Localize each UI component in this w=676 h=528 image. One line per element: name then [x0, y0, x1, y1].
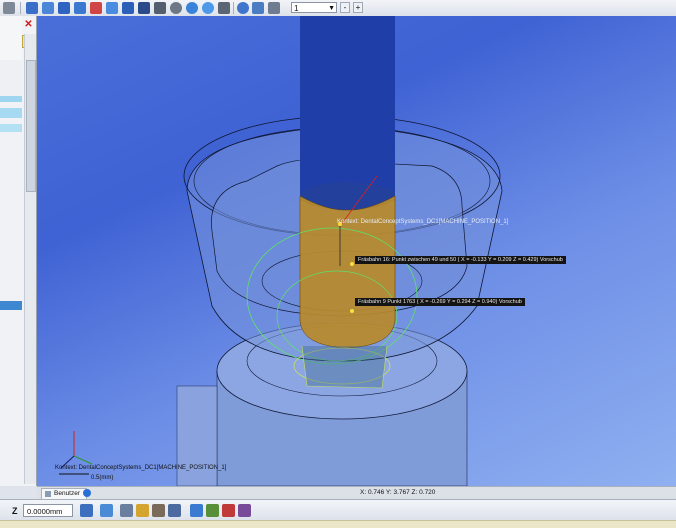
panel-highlight [0, 124, 22, 132]
cad-scene [59, 16, 503, 486]
scale-label: 0.5(mm) [91, 475, 114, 481]
panel-scrollbar[interactable] [24, 34, 36, 484]
panel-highlight [0, 96, 22, 102]
paint-icon[interactable] [136, 504, 149, 517]
panel-header [0, 16, 22, 60]
bottom-context-label: Kontext: DentalConceptSystems_DC1[MACHIN… [55, 465, 227, 471]
tooltip-path9: Fräsbahn 9 Punkt 1763 ( X = -0.269 Y = 0… [355, 298, 525, 306]
info-icon[interactable] [190, 504, 203, 517]
layer-select[interactable]: 1 ▼ [291, 2, 337, 13]
report-icon[interactable] [238, 504, 251, 517]
cancel-button[interactable]: ✕ [22, 19, 35, 31]
select-icon[interactable] [100, 504, 113, 517]
plus-button[interactable]: + [353, 2, 363, 13]
tab-benutzer[interactable]: Benutzer [41, 488, 88, 499]
bottom-toolbar: Z 0.0000mm [0, 499, 676, 521]
panel-section [0, 60, 22, 96]
tab-benutzer-label: Benutzer [54, 490, 81, 497]
view-left-icon[interactable] [90, 2, 102, 14]
rotate-icon[interactable] [186, 2, 198, 14]
point-marker-path16 [350, 262, 354, 266]
scrollbar-thumb[interactable] [26, 60, 36, 192]
tool-icon[interactable] [152, 504, 165, 517]
view-back-icon[interactable] [74, 2, 86, 14]
panel-selected-row[interactable] [0, 301, 22, 310]
layer-icon[interactable] [237, 2, 249, 14]
left-panel: ✕ ✔ [0, 16, 37, 486]
grid-icon[interactable] [252, 2, 264, 14]
zoom-icon[interactable] [154, 2, 166, 14]
triad-y [73, 455, 93, 465]
tool-shaft [300, 16, 395, 201]
settings-icon[interactable] [268, 2, 280, 14]
view-bottom-icon[interactable] [138, 2, 150, 14]
save-icon[interactable] [26, 2, 38, 14]
point-marker-path9 [350, 309, 354, 313]
user-icon [45, 491, 51, 497]
measure-icon[interactable] [168, 504, 181, 517]
open-icon[interactable] [3, 2, 15, 14]
3d-viewport[interactable]: Kontext: DentalConceptSystems_DC1[MACHIN… [37, 16, 676, 486]
pan-icon[interactable] [170, 2, 182, 14]
zoom-all-icon[interactable] [42, 2, 54, 14]
view-front-icon[interactable] [58, 2, 70, 14]
main-toolbar: 1 ▼ - + [0, 0, 676, 17]
chevron-down-icon: ▼ [328, 5, 335, 12]
thread-region [301, 345, 388, 389]
cursor-icon[interactable] [80, 504, 93, 517]
zoom-fit-icon[interactable] [202, 2, 214, 14]
tooltip-path16: Fräsbahn 16: Punkt zwischen 49 und 50 ( … [355, 256, 566, 264]
transform-icon[interactable] [120, 504, 133, 517]
z-label: Z [12, 506, 18, 516]
status-bar: Benutzer X: 0.746 Y: 3.767 Z: 0.720 [37, 486, 676, 499]
globe-icon[interactable] [83, 489, 91, 497]
base-block-side [176, 385, 218, 486]
toolbar-separator [233, 2, 234, 14]
toolbar-separator [20, 2, 21, 14]
coordinate-readout: X: 0.746 Y: 3.767 Z: 0.720 [360, 489, 436, 496]
panel-highlight [0, 108, 22, 118]
export-icon[interactable] [206, 504, 219, 517]
measure-icon[interactable] [218, 2, 230, 14]
view-right-icon[interactable] [106, 2, 118, 14]
context-label: Kontext: DentalConceptSystems_DC1[MACHIN… [337, 219, 509, 225]
minus-button[interactable]: - [340, 2, 350, 13]
layer-select-value: 1 [294, 4, 299, 13]
z-value-input[interactable]: 0.0000mm [23, 504, 73, 517]
view-top-icon[interactable] [122, 2, 134, 14]
stop-icon[interactable] [222, 504, 235, 517]
